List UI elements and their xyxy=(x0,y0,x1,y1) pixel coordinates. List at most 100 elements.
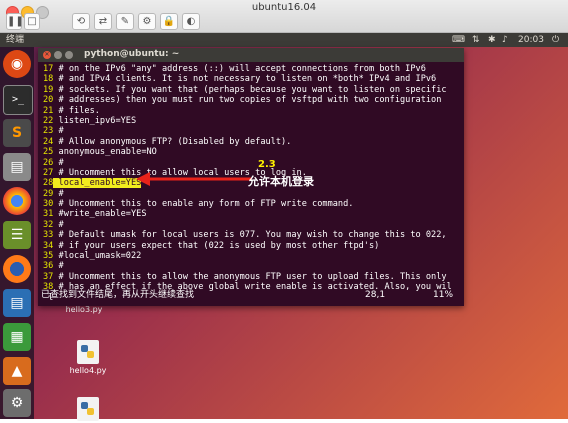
vm-title: ubuntu16.04 xyxy=(251,2,317,13)
files-icon[interactable]: ▤ xyxy=(3,153,31,181)
network-icon[interactable]: ⇅ xyxy=(472,33,480,47)
volume-icon[interactable]: ♪ xyxy=(502,33,508,47)
code-line: 24 # Allow anonymous FTP? (Disabled by d… xyxy=(43,137,461,147)
code-line: 29 # xyxy=(43,189,461,199)
clock[interactable]: 20:03 xyxy=(518,33,544,47)
settings-toolbar-button[interactable]: ⟲ xyxy=(72,13,90,30)
line-number: 36 xyxy=(43,261,54,272)
code-line: 20 # addresses) then you must run two co… xyxy=(43,95,461,105)
terminal-maximize-button[interactable] xyxy=(65,51,73,59)
line-number: 23 xyxy=(43,126,54,137)
line-number: 37 xyxy=(43,271,54,282)
line-number: 28 xyxy=(43,178,54,189)
ubuntu-logo-icon[interactable]: ◉ xyxy=(3,50,31,78)
code-line: 22 listen_ipv6=YES xyxy=(43,116,461,126)
code-line: 35 #local_umask=022 xyxy=(43,251,461,261)
line-text: # Uncomment this to enable any form of F… xyxy=(53,199,354,210)
code-line: 30 # Uncomment this to enable any form o… xyxy=(43,199,461,209)
power-icon[interactable]: ⏻ xyxy=(552,33,559,47)
line-number: 17 xyxy=(43,64,54,74)
line-text: local_enable=YES xyxy=(53,178,142,189)
pause-button[interactable]: ❚❚ xyxy=(6,13,24,30)
line-number: 35 xyxy=(43,251,54,262)
line-text: # xyxy=(53,157,64,168)
line-text: listen_ipv6=YES xyxy=(53,115,137,126)
ubuntu-top-panel: 终端 ⌨ ⇅ ✱ ♪ 20:03 ⏻ xyxy=(0,33,568,47)
line-text: #write_enable=YES xyxy=(53,209,147,220)
line-text: # and IPv4 clients. It is not necessary … xyxy=(53,74,437,85)
file-name: hello3.py xyxy=(65,305,103,314)
code-line: 26 # xyxy=(43,158,461,168)
terminal-minimize-button[interactable] xyxy=(54,51,62,59)
line-text: # Default umask for local users is 077. … xyxy=(53,230,447,241)
line-text: anonymous_enable=NO xyxy=(53,147,157,158)
terminal-title: python@ubuntu: ~ xyxy=(84,49,180,59)
vim-statusbar: 已查找到文件结尾，再从开头继续查找 28,1 11% xyxy=(41,289,461,301)
books-icon[interactable]: ☰ xyxy=(3,221,31,249)
line-number: 34 xyxy=(43,240,54,251)
network-toolbar-button[interactable]: ⇄ xyxy=(94,13,112,30)
lock-toolbar-button[interactable]: 🔒 xyxy=(160,13,178,30)
annotation-arrow xyxy=(136,172,252,186)
line-number: 32 xyxy=(43,219,54,230)
line-text: # on the IPv6 "any" address (::) will ac… xyxy=(53,64,426,74)
line-number: 26 xyxy=(43,157,54,168)
code-line: 17 # on the IPv6 "any" address (::) will… xyxy=(43,64,461,74)
code-line: 32 # xyxy=(43,220,461,230)
impress-icon[interactable]: ▲ xyxy=(3,357,31,385)
line-number: 31 xyxy=(43,209,54,220)
calc-icon[interactable]: ▦ xyxy=(3,323,31,351)
line-number: 22 xyxy=(43,115,54,126)
status-message: 已查找到文件结尾，再从开头继续查找 xyxy=(41,290,195,300)
line-text: # Uncomment this to allow the anonymous … xyxy=(53,271,447,282)
line-text: # xyxy=(53,261,64,272)
line-number: 33 xyxy=(43,230,54,241)
code-line: 33 # Default umask for local users is 07… xyxy=(43,230,461,240)
line-number: 18 xyxy=(43,74,54,85)
settings-icon[interactable]: ⚙ xyxy=(3,389,31,417)
display-toolbar-button[interactable]: ◐ xyxy=(182,13,200,30)
panel-app-name: 终端 xyxy=(6,35,25,45)
line-text: # if your users expect that (022 is used… xyxy=(53,240,380,251)
code-line: 21 # files. xyxy=(43,106,461,116)
chrome-icon[interactable] xyxy=(3,187,31,215)
line-number: 30 xyxy=(43,199,54,210)
writer-icon[interactable]: ▤ xyxy=(3,289,31,317)
line-number: 19 xyxy=(43,84,54,95)
desktop-file-hello3[interactable]: hello3.py xyxy=(54,305,114,314)
line-text: # xyxy=(53,219,64,230)
line-text: # files. xyxy=(53,105,100,116)
terminal-icon[interactable]: >_ xyxy=(3,85,33,115)
firefox-icon[interactable] xyxy=(3,255,31,283)
edit-toolbar-button[interactable]: ✎ xyxy=(116,13,134,30)
code-line: 25 anonymous_enable=NO xyxy=(43,147,461,157)
line-number: 25 xyxy=(43,147,54,158)
unity-launcher: ◉ >_ S ▤ ☰ ▤ ▦ ▲ ⚙ xyxy=(0,47,34,419)
code-line: 18 # and IPv4 clients. It is not necessa… xyxy=(43,74,461,84)
desktop-file-python[interactable] xyxy=(58,397,118,423)
bluetooth-icon[interactable]: ✱ xyxy=(488,33,496,47)
vm-window: ubuntu16.04 ❚❚ □ ⟲ ⇄ ✎ ⚙ 🔒 ◐ 终端 ⌨ ⇅ ✱ ♪ … xyxy=(0,0,568,421)
line-number: 21 xyxy=(43,105,54,116)
code-line: 36 # xyxy=(43,261,461,271)
code-line: 31 #write_enable=YES xyxy=(43,209,461,219)
screenshot-button[interactable]: □ xyxy=(24,13,40,30)
line-text: #local_umask=022 xyxy=(53,251,142,262)
desktop-file-hello4[interactable]: hello4.py xyxy=(58,340,118,375)
line-text: # Allow anonymous FTP? (Disabled by defa… xyxy=(53,136,292,147)
terminal-close-button[interactable]: ✕ xyxy=(43,51,51,59)
file-name: hello4.py xyxy=(69,366,107,375)
cursor-position: 28,1 xyxy=(365,290,386,300)
code-line: 23 # xyxy=(43,126,461,136)
line-text: # sockets. If you want that (perhaps bec… xyxy=(53,84,447,95)
line-text: # xyxy=(53,126,64,137)
line-number: 20 xyxy=(43,95,54,106)
sublime-icon[interactable]: S xyxy=(3,119,31,147)
line-number: 29 xyxy=(43,188,54,199)
code-line: 37 # Uncomment this to allow the anonymo… xyxy=(43,272,461,282)
code-line: 34 # if your users expect that (022 is u… xyxy=(43,241,461,251)
gear-toolbar-button[interactable]: ⚙ xyxy=(138,13,156,30)
annotation-step: 2.3 xyxy=(258,159,276,170)
keyboard-icon[interactable]: ⌨ xyxy=(452,33,465,47)
code-line: 19 # sockets. If you want that (perhaps … xyxy=(43,85,461,95)
